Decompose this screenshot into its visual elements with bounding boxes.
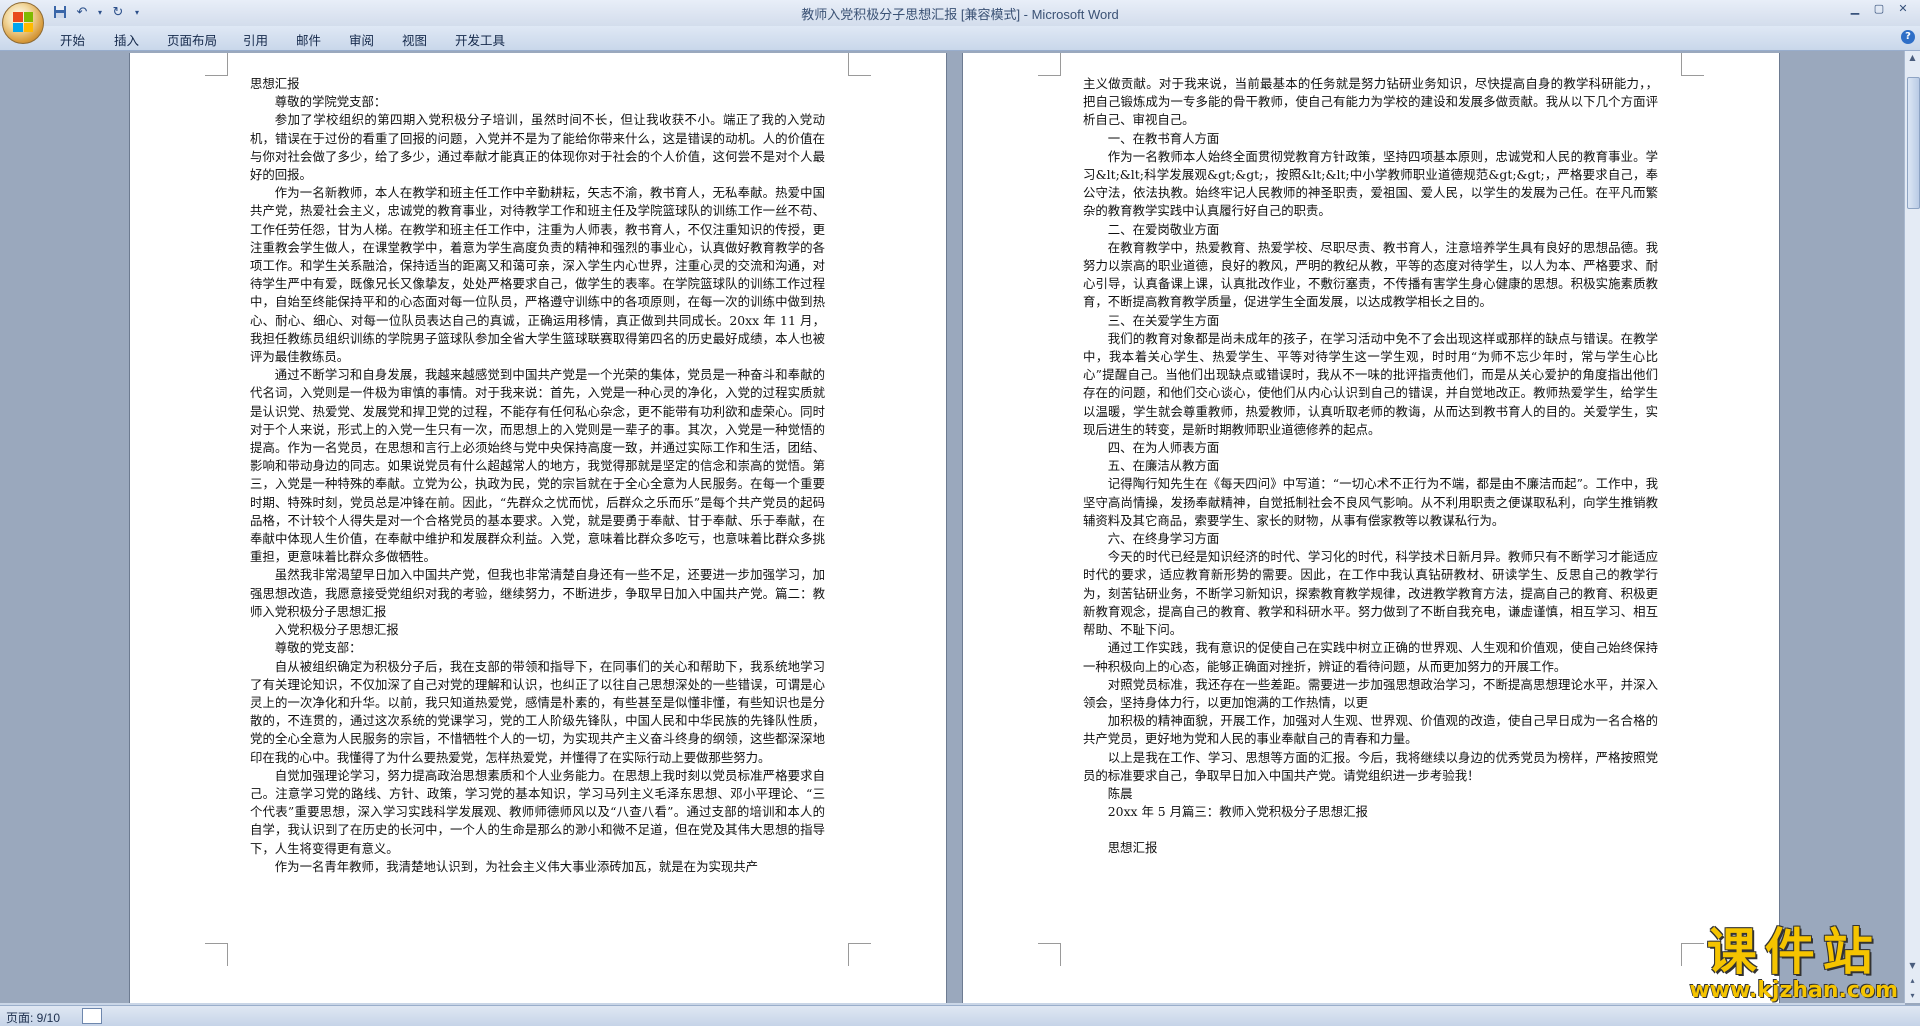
paragraph[interactable]: 陈晨 bbox=[1083, 785, 1658, 803]
paragraph[interactable]: 自觉加强理论学习，努力提高政治思想素质和个人业务能力。在思想上我时刻以党员标准严… bbox=[250, 767, 825, 858]
help-icon[interactable]: ? bbox=[1901, 30, 1915, 44]
tab-mailings[interactable]: 邮件 bbox=[296, 30, 321, 49]
language-icon[interactable] bbox=[82, 1008, 102, 1024]
paragraph[interactable]: 主义做贡献。对于我来说，当前最基本的任务就是努力钻研业务知识，尽快提高自身的教学… bbox=[1083, 75, 1658, 130]
paragraph[interactable]: 四、在为人师表方面 bbox=[1083, 439, 1658, 457]
ribbon-tabs: 开始 插入 页面布局 引用 邮件 审阅 视图 开发工具 ? bbox=[0, 26, 1920, 51]
paragraph[interactable]: 在教育教学中，热爱教育、热爱学校、尽职尽责、教书育人，注意培养学生具有良好的思想… bbox=[1083, 239, 1658, 312]
window-title: 教师入党积极分子思想汇报 [兼容模式] - Microsoft Word bbox=[801, 7, 1119, 22]
paragraph[interactable]: 加积极的精神面貌，开展工作，加强对人生观、世界观、价值观的改造，使自己早日成为一… bbox=[1083, 712, 1658, 748]
margin-mark bbox=[848, 943, 871, 966]
scroll-up-icon[interactable]: ▲ bbox=[1906, 51, 1919, 65]
paragraph[interactable]: 作为一名新教师，本人在教学和班主任工作中辛勤耕耘，矢志不渝，教书育人，无私奉献。… bbox=[250, 184, 825, 366]
next-page-icon[interactable]: ▾ bbox=[1906, 989, 1919, 1003]
paragraph[interactable]: 思想汇报 bbox=[1083, 839, 1658, 857]
scroll-down-icon[interactable]: ▼ bbox=[1906, 959, 1919, 973]
page-indicator[interactable]: 页面: 9/10 bbox=[6, 1009, 60, 1026]
margin-mark bbox=[848, 53, 871, 76]
document-page-left[interactable]: 思想汇报 尊敬的学院党支部： 参加了学校组织的第四期入党积极分子培训，虽然时间不长，… bbox=[130, 53, 946, 1003]
vertical-scrollbar[interactable]: ▲ ▼ ▴ ▾ bbox=[1904, 51, 1920, 1003]
maximize-icon[interactable]: ▢ bbox=[1868, 2, 1890, 16]
paragraph[interactable]: 记得陶行知先生在《每天四问》中写道：“一切心术不正行为不端，都是由不廉洁而起”。… bbox=[1083, 475, 1658, 530]
previous-page-icon[interactable]: ▴ bbox=[1906, 974, 1919, 988]
tab-developer[interactable]: 开发工具 bbox=[455, 30, 505, 49]
margin-mark bbox=[205, 943, 228, 966]
paragraph[interactable]: 六、在终身学习方面 bbox=[1083, 530, 1658, 548]
paragraph[interactable]: 尊敬的学院党支部： bbox=[250, 93, 825, 111]
office-logo-icon bbox=[13, 12, 33, 32]
title-bar: ↶ ▾ ↻ ▾ 教师入党积极分子思想汇报 [兼容模式] - Microsoft … bbox=[0, 0, 1920, 44]
paragraph[interactable]: 自从被组织确定为积极分子后，我在支部的带领和指导下，在同事们的关心和帮助下，我系… bbox=[250, 658, 825, 767]
paragraph[interactable]: 作为一名青年教师，我清楚地认识到，为社会主义伟大事业添砖加瓦，就是在为实现共产 bbox=[250, 858, 825, 876]
paragraph[interactable]: 尊敬的党支部： bbox=[250, 639, 825, 657]
paragraph[interactable]: 一、在教书育人方面 bbox=[1083, 130, 1658, 148]
paragraph[interactable]: 我们的教育对象都是尚未成年的孩子，在学习活动中免不了会出现这样或那样的缺点与错误… bbox=[1083, 330, 1658, 439]
margin-mark bbox=[205, 53, 228, 76]
tab-home[interactable]: 开始 bbox=[60, 30, 85, 49]
paragraph[interactable]: 三、在关爱学生方面 bbox=[1083, 312, 1658, 330]
paragraph[interactable]: 通过工作实践，我有意识的促使自己在实践中树立正确的世界观、人生观和价值观，使自己… bbox=[1083, 639, 1658, 675]
paragraph[interactable]: 思想汇报 bbox=[250, 75, 825, 93]
scroll-thumb[interactable] bbox=[1907, 77, 1920, 209]
page-text-right[interactable]: 主义做贡献。对于我来说，当前最基本的任务就是努力钻研业务知识，尽快提高自身的教学… bbox=[1083, 75, 1658, 858]
status-bar: 页面: 9/10 bbox=[0, 1005, 1920, 1026]
paragraph[interactable]: 对照党员标准，我还存在一些差距。需要进一步加强思想政治学习，不断提高思想理论水平… bbox=[1083, 676, 1658, 712]
paragraph[interactable]: 入党积极分子思想汇报 bbox=[250, 621, 825, 639]
paragraph[interactable]: 20xx 年 5 月篇三：教师入党积极分子思想汇报 bbox=[1083, 803, 1658, 821]
tab-view[interactable]: 视图 bbox=[402, 30, 427, 49]
tab-references[interactable]: 引用 bbox=[243, 30, 268, 49]
close-icon[interactable]: ✕ bbox=[1892, 2, 1914, 16]
paragraph[interactable]: 五、在廉洁从教方面 bbox=[1083, 457, 1658, 475]
margin-mark bbox=[1681, 53, 1704, 76]
margin-mark bbox=[1038, 53, 1061, 76]
paragraph[interactable]: 通过不断学习和自身发展，我越来越感觉到中国共产党是一个光荣的集体，党员是一种奋斗… bbox=[250, 366, 825, 566]
tab-insert[interactable]: 插入 bbox=[114, 30, 139, 49]
paragraph[interactable]: 以上是我在工作、学习、思想等方面的汇报。今后，我将继续以身边的优秀党员为榜样，严… bbox=[1083, 749, 1658, 785]
watermark-logo: 课件站 www.kjzhan.com bbox=[1689, 912, 1898, 1003]
page-text-left[interactable]: 思想汇报 尊敬的学院党支部： 参加了学校组织的第四期入党积极分子培训，虽然时间不长，… bbox=[250, 75, 825, 876]
paragraph[interactable]: 二、在爱岗敬业方面 bbox=[1083, 221, 1658, 239]
tab-review[interactable]: 审阅 bbox=[349, 30, 374, 49]
paragraph[interactable] bbox=[1083, 821, 1658, 839]
paragraph[interactable]: 作为一名教师本人始终全面贯彻党教育方针政策，坚持四项基本原则，忠诚党和人民的教育… bbox=[1083, 148, 1658, 221]
office-button[interactable] bbox=[2, 2, 44, 44]
document-area: 思想汇报 尊敬的学院党支部： 参加了学校组织的第四期入党积极分子培训，虽然时间不长，… bbox=[0, 51, 1905, 1003]
tab-page-layout[interactable]: 页面布局 bbox=[167, 30, 217, 49]
paragraph[interactable]: 今天的时代已经是知识经济的时代、学习化的时代，科学技术日新月异。教师只有不断学习… bbox=[1083, 548, 1658, 639]
paragraph[interactable]: 虽然我非常渴望早日加入中国共产党，但我也非常清楚自身还有一些不足，还要进一步加强… bbox=[250, 566, 825, 621]
margin-mark bbox=[1038, 943, 1061, 966]
paragraph[interactable]: 参加了学校组织的第四期入党积极分子培训，虽然时间不长，但让我收获不小。端正了我的… bbox=[250, 111, 825, 184]
document-page-right[interactable]: 主义做贡献。对于我来说，当前最基本的任务就是努力钻研业务知识，尽快提高自身的教学… bbox=[963, 53, 1779, 1003]
window-controls: ▁ ▢ ✕ bbox=[1844, 2, 1914, 16]
watermark-url: www.kjzhan.com bbox=[1689, 978, 1898, 1003]
minimize-icon[interactable]: ▁ bbox=[1844, 2, 1866, 16]
watermark-title: 课件站 bbox=[1706, 923, 1881, 981]
